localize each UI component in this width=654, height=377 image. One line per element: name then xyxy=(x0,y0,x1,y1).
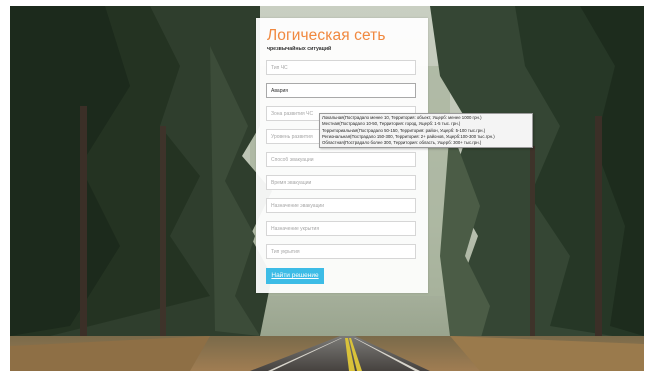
page-subtitle: чрезвычайных ситуаций xyxy=(267,46,332,52)
shelter-purpose-input[interactable] xyxy=(266,221,416,236)
decision-form-panel: Логическая сеть чрезвычайных ситуаций На… xyxy=(256,18,428,293)
autocomplete-option[interactable]: Областная(Пострадало более 300, Территор… xyxy=(320,140,532,146)
emergency-kind-input[interactable] xyxy=(266,83,416,98)
background-photo: Логическая сеть чрезвычайных ситуаций На… xyxy=(10,6,644,371)
page-title: Логическая сеть xyxy=(267,27,386,44)
find-solution-button[interactable]: Найти решение xyxy=(266,268,324,284)
shelter-type-input[interactable] xyxy=(266,244,416,259)
autocomplete-dropdown: Локальная(Пострадало менее 10, Территори… xyxy=(319,113,533,149)
emergency-type-input[interactable] xyxy=(266,60,416,75)
evacuation-method-input[interactable] xyxy=(266,152,416,167)
evacuation-purpose-input[interactable] xyxy=(266,198,416,213)
evacuation-time-input[interactable] xyxy=(266,175,416,190)
